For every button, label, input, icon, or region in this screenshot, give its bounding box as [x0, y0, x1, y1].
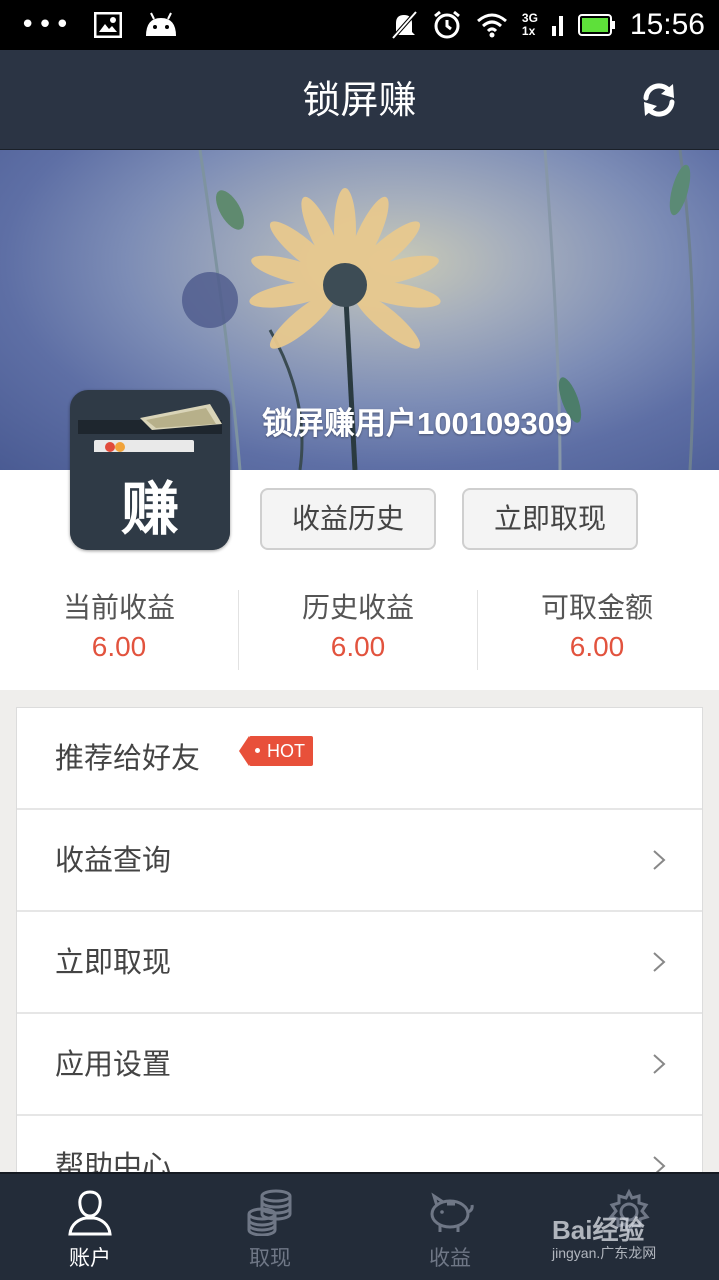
piggy-bank-icon	[430, 1192, 474, 1232]
menu-item-app-settings[interactable]: 应用设置	[17, 1014, 702, 1116]
watermark-brand: Bai经验	[552, 1215, 645, 1245]
stat-label: 当前收益	[62, 591, 175, 624]
nav-tab-label: 取现	[249, 1246, 291, 1270]
username: 锁屏赚用户100109309	[262, 406, 573, 441]
menu-list: 推荐给好友 HOT 收益查询 立即取现 应用设置 帮助中心	[16, 707, 703, 1219]
stat-value: 6.00	[91, 631, 147, 662]
stat-value: 6.00	[330, 631, 386, 662]
stat-label: 历史收益	[301, 591, 414, 624]
menu-item-label: 收益查询	[55, 843, 172, 877]
stat-value: 6.00	[569, 631, 625, 662]
menu-item-label: 立即取现	[55, 945, 172, 979]
refresh-icon[interactable]	[639, 80, 679, 120]
stat-current-earnings: 当前收益 6.00	[0, 588, 238, 666]
status-bar: ••• 3G 1x 15:56	[0, 0, 719, 50]
stat-historical-earnings: 历史收益 6.00	[239, 588, 477, 666]
stat-label: 可取金额	[540, 591, 653, 624]
avatar: 赚	[70, 390, 230, 550]
nav-tab-earnings[interactable]: 收益	[360, 1174, 540, 1280]
menu-item-label: 应用设置	[55, 1047, 172, 1081]
menu-item-label: 推荐给好友	[55, 741, 201, 775]
signal-icon	[551, 16, 563, 36]
mute-icon	[391, 10, 418, 40]
nav-tab-account[interactable]: 账户	[0, 1174, 180, 1280]
stat-withdrawable-amount: 可取金额 6.00	[478, 588, 716, 666]
watermark-url: jingyan.广东龙网	[552, 1245, 657, 1261]
image-notification-icon	[94, 12, 123, 38]
chevron-right-icon	[653, 850, 666, 870]
android-icon	[146, 12, 177, 36]
app-header: 锁屏赚	[0, 50, 719, 150]
hot-badge: HOT	[239, 736, 313, 766]
watermark: Bai经验 jingyan.广东龙网	[552, 1210, 656, 1263]
account-icon	[68, 1190, 112, 1236]
menu-item-withdraw[interactable]: 立即取现	[17, 912, 702, 1014]
network-type-label-2: 1x	[521, 24, 536, 38]
page-title: 锁屏赚	[302, 78, 417, 122]
wifi-icon	[476, 13, 507, 38]
menu-item-recommend[interactable]: 推荐给好友 HOT	[17, 708, 702, 810]
network-indicator: 3G 1x	[522, 12, 538, 38]
alarm-icon	[433, 10, 460, 39]
chevron-right-icon	[653, 1054, 666, 1074]
nav-tab-label: 账户	[69, 1246, 111, 1270]
earnings-history-button[interactable]: 收益历史	[260, 488, 436, 550]
battery-icon	[577, 14, 615, 36]
nav-tab-label: 收益	[429, 1246, 471, 1270]
avatar-label: 赚	[120, 475, 179, 543]
coins-icon	[247, 1189, 292, 1236]
nav-tab-withdraw[interactable]: 取现	[180, 1174, 360, 1280]
chevron-right-icon	[653, 952, 666, 972]
clock: 15:56	[629, 8, 705, 41]
dots-icon: •••	[20, 10, 73, 40]
withdraw-button[interactable]: 立即取现	[462, 488, 638, 550]
menu-item-earnings-query[interactable]: 收益查询	[17, 810, 702, 912]
